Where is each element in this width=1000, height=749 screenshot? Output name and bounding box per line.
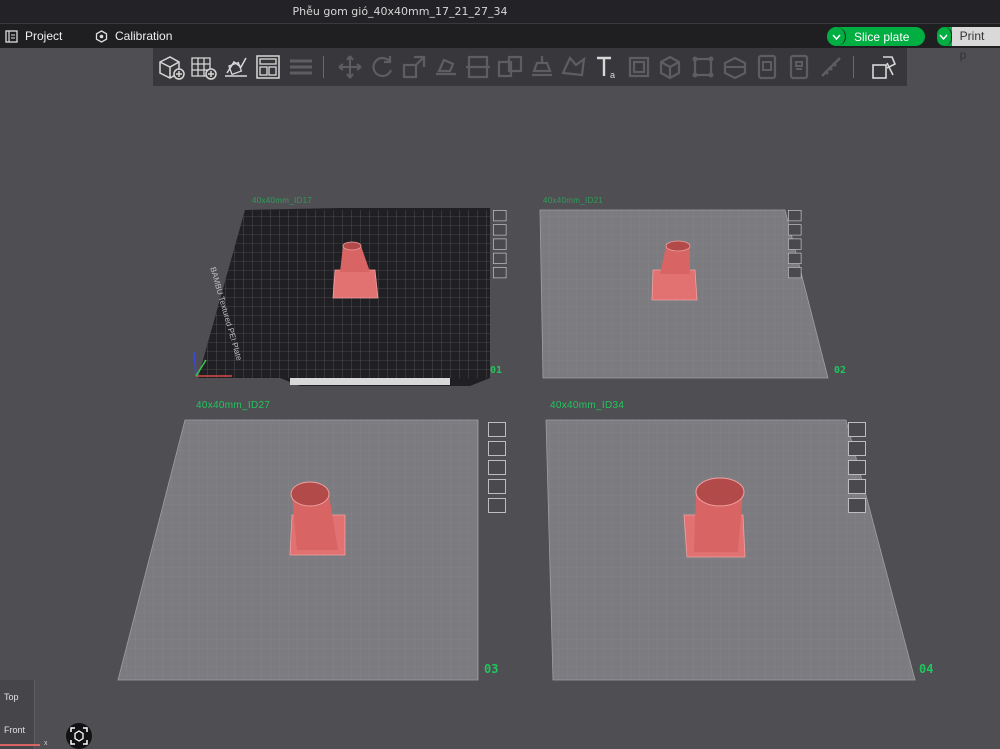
plate-4-number: 04 (919, 662, 934, 676)
svg-text:a: a (610, 70, 615, 80)
calibration-icon (95, 29, 108, 43)
project-icon (5, 29, 18, 43)
view-cube-top-face[interactable]: Top (4, 692, 19, 702)
close-plate-icon[interactable] (488, 422, 506, 437)
plate-3-number: 03 (484, 662, 499, 676)
orient-plate-icon[interactable] (493, 267, 507, 279)
mesh-boolean-icon[interactable] (721, 53, 749, 81)
orient-plate-icon[interactable] (788, 267, 802, 279)
support-paint-icon[interactable] (528, 53, 556, 81)
slice-plate-button[interactable]: Slice plate (827, 27, 925, 46)
measure-icon[interactable] (817, 53, 845, 81)
text-icon[interactable]: a (593, 53, 621, 81)
window-title: Phễu gom gió_40x40mm_17_21_27_34 (292, 5, 508, 18)
arrange-plate-icon[interactable] (493, 238, 507, 250)
boolean-icon[interactable] (689, 53, 717, 81)
assembly-icon[interactable] (753, 53, 781, 81)
arrange-plate-icon[interactable] (788, 238, 802, 250)
lock-plate-icon[interactable] (848, 479, 866, 494)
close-plate-icon[interactable] (493, 210, 507, 222)
3d-viewport[interactable]: 40x40mm_ID17 40x40mm_ID21 40x40mm_ID27 4… (0, 86, 1000, 749)
variable-layer-icon[interactable] (785, 53, 813, 81)
plate-1-name[interactable]: 40x40mm_ID17 (252, 196, 312, 205)
arrange-plate-icon[interactable] (488, 460, 506, 475)
calibration-label: Calibration (115, 29, 173, 43)
plate-2-name[interactable]: 40x40mm_ID21 (543, 196, 603, 205)
plate-settings-icon[interactable] (788, 224, 802, 236)
calibration-tab[interactable]: Calibration (95, 28, 172, 44)
plate-settings-icon[interactable] (493, 224, 507, 236)
orient-plate-icon[interactable] (848, 498, 866, 513)
auto-orient-icon[interactable] (222, 53, 250, 81)
plate-1-number: 01 (490, 365, 503, 376)
lay-on-face-icon[interactable] (432, 53, 460, 81)
plate-4-name[interactable]: 40x40mm_ID34 (550, 400, 624, 411)
view-cube[interactable]: Top Front x (0, 680, 48, 749)
cut-icon[interactable] (464, 53, 492, 81)
plate-settings-icon[interactable] (488, 441, 506, 456)
toolbar-separator (853, 56, 854, 78)
view-cube-front-face[interactable]: Front (4, 725, 25, 735)
project-label: Project (25, 29, 63, 43)
zoom-fit-icon (70, 727, 88, 745)
main-toolbar: a (153, 48, 907, 86)
print-plate-label: Print p (951, 27, 1000, 62)
close-plate-icon[interactable] (848, 422, 866, 437)
add-plate-icon[interactable] (190, 53, 218, 81)
slice-dropdown-icon[interactable] (827, 27, 846, 46)
lock-plate-icon[interactable] (788, 252, 802, 264)
lock-plate-icon[interactable] (493, 252, 507, 264)
plate-settings-icon[interactable] (848, 441, 866, 456)
layers-icon[interactable] (287, 53, 315, 81)
plate-2-controls (788, 210, 803, 281)
print-dropdown-icon[interactable] (937, 27, 952, 46)
seam-paint-icon[interactable] (560, 53, 588, 81)
plate-2-number: 02 (834, 365, 847, 376)
plate-4-controls (848, 422, 868, 517)
toolbar-separator (323, 56, 324, 78)
arrange-icon[interactable] (254, 53, 282, 81)
plate-1-controls (493, 210, 508, 281)
scale-icon[interactable] (400, 53, 428, 81)
add-object-icon[interactable] (157, 53, 185, 81)
close-plate-icon[interactable] (788, 210, 802, 222)
project-tab[interactable]: Project (5, 28, 62, 44)
color-paint-icon[interactable] (657, 53, 685, 81)
x-axis-indicator (0, 744, 40, 746)
plate-3-name[interactable]: 40x40mm_ID27 (196, 400, 270, 411)
zoom-fit-button[interactable] (66, 723, 92, 749)
assemble-icon[interactable] (870, 53, 898, 81)
move-icon[interactable] (336, 53, 364, 81)
emboss-icon[interactable] (625, 53, 653, 81)
menu-bar: Project Calibration Slice plate Print p (0, 24, 1000, 62)
split-objects-icon[interactable] (496, 53, 524, 81)
orient-plate-icon[interactable] (488, 498, 506, 513)
lock-plate-icon[interactable] (488, 479, 506, 494)
print-plate-button[interactable]: Print p (937, 27, 1000, 62)
x-axis-label: x (44, 740, 48, 747)
rotate-icon[interactable] (368, 53, 396, 81)
scene-canvas[interactable] (0, 86, 1000, 749)
plate-3-controls (488, 422, 508, 517)
slice-plate-label: Slice plate (854, 29, 910, 44)
arrange-plate-icon[interactable] (848, 460, 866, 475)
title-bar: Phễu gom gió_40x40mm_17_21_27_34 (0, 0, 1000, 24)
